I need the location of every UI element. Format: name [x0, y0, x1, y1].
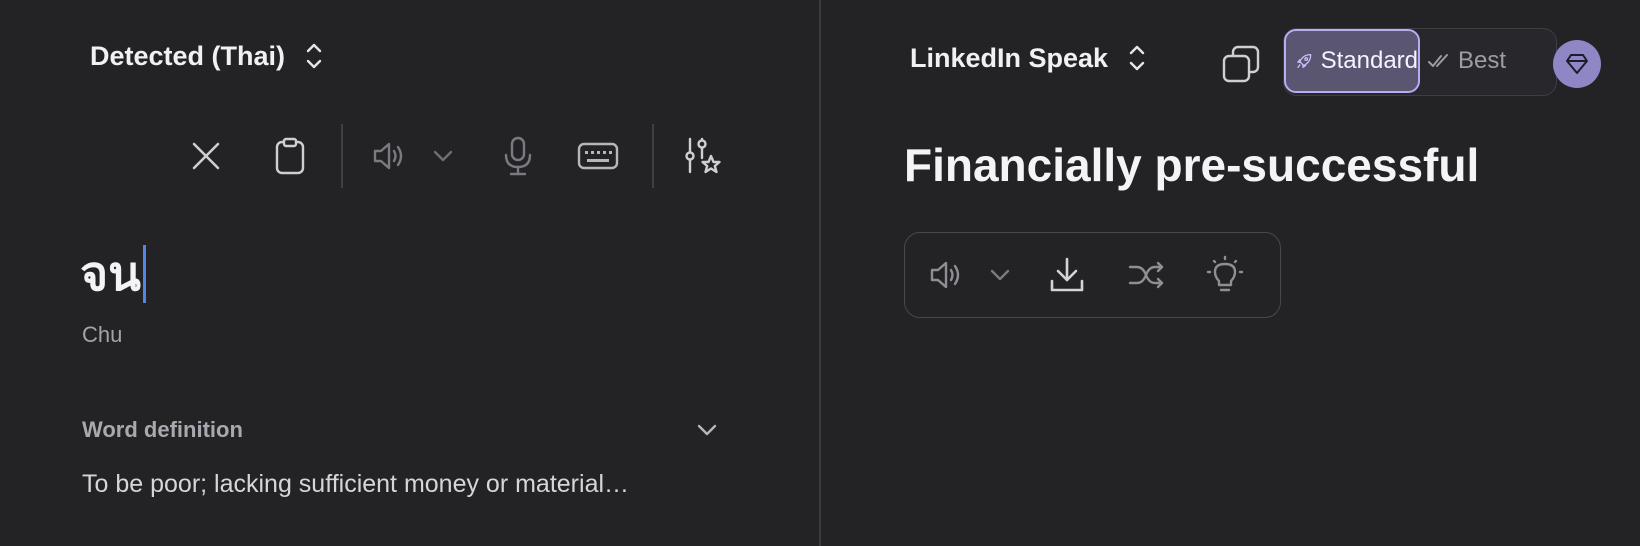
translation-result: Financially pre-successful — [904, 139, 1480, 191]
source-language-selector[interactable]: Detected (Thai) — [90, 40, 325, 72]
double-check-icon — [1428, 54, 1448, 67]
keyboard-icon — [577, 142, 619, 170]
diamond-icon — [1566, 54, 1588, 74]
target-pane: LinkedIn Speak Standard Best Financially… — [821, 0, 1640, 546]
explain-button[interactable] — [1205, 253, 1245, 297]
shuffle-icon — [1128, 261, 1164, 289]
keyboard-button[interactable] — [576, 132, 620, 180]
customize-button[interactable] — [682, 132, 722, 180]
toolbar-divider — [341, 124, 343, 188]
target-language-selector[interactable]: LinkedIn Speak — [910, 42, 1148, 74]
standard-mode-button[interactable]: Standard — [1284, 29, 1420, 93]
settings-sliders-star-icon — [685, 137, 721, 174]
source-language-label: Detected (Thai) — [90, 40, 286, 71]
standard-mode-label: Standard — [1320, 47, 1418, 74]
premium-button[interactable] — [1553, 40, 1601, 88]
romanization: Chu — [82, 322, 123, 347]
result-voice-dropdown[interactable] — [985, 253, 1015, 297]
microphone-button[interactable] — [498, 132, 538, 180]
chevron-down-icon — [697, 424, 717, 436]
word-definition-text: To be poor; lacking sufficient money or … — [82, 470, 630, 498]
best-mode-button[interactable]: Best — [1422, 29, 1512, 93]
target-language-label: LinkedIn Speak — [910, 42, 1109, 73]
lightbulb-icon — [1206, 255, 1244, 292]
word-definition-toggle[interactable]: Word definition — [82, 417, 718, 443]
chevron-down-icon — [433, 150, 453, 162]
microphone-icon — [504, 136, 532, 176]
source-text-input[interactable]: จน — [80, 236, 146, 312]
download-button[interactable] — [1047, 253, 1087, 297]
close-icon — [192, 142, 220, 170]
up-down-chevron-icon — [1129, 45, 1145, 71]
quality-mode-toggle: Standard Best — [1283, 28, 1557, 96]
up-down-chevron-icon — [306, 43, 322, 69]
word-definition-title: Word definition — [82, 417, 243, 442]
clear-button[interactable] — [186, 132, 226, 180]
result-speak-button[interactable] — [927, 253, 967, 297]
toolbar-divider — [652, 124, 654, 188]
paste-button[interactable] — [270, 132, 310, 180]
source-voice-dropdown[interactable] — [428, 132, 458, 180]
source-speak-button[interactable] — [370, 132, 410, 180]
copy-button[interactable] — [1221, 44, 1261, 84]
clipboard-icon — [275, 137, 305, 175]
source-pane: Detected (Thai) จน Chu Word definition T… — [0, 0, 819, 546]
source-text: จน — [80, 246, 141, 302]
speaker-icon — [930, 261, 960, 289]
best-mode-label: Best — [1458, 47, 1507, 74]
copy-icon — [1222, 45, 1260, 83]
download-icon — [1050, 257, 1084, 292]
speaker-icon — [373, 142, 403, 170]
rocket-icon — [1297, 53, 1312, 69]
text-caret — [142, 245, 146, 303]
result-toolbar — [904, 232, 1281, 318]
chevron-down-icon — [990, 269, 1010, 281]
rephrase-button[interactable] — [1127, 253, 1167, 297]
